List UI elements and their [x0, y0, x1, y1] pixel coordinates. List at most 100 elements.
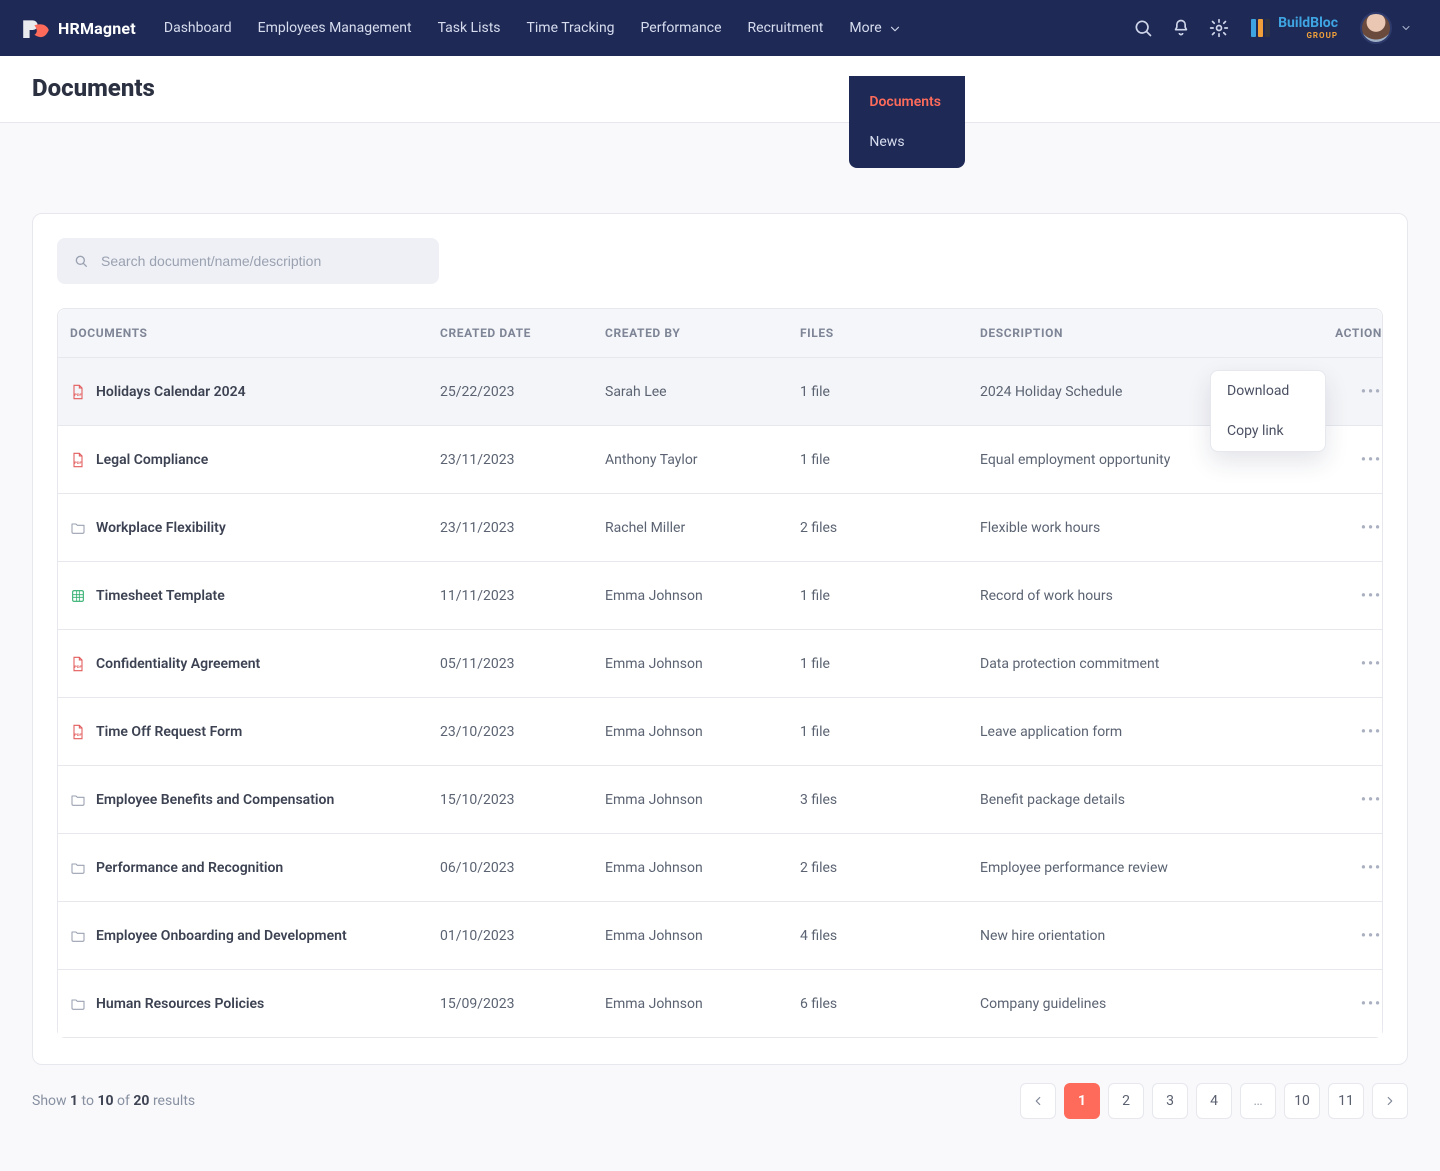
svg-text:PDF: PDF: [74, 664, 82, 669]
pager-next[interactable]: [1372, 1083, 1408, 1119]
top-icon-group: [1133, 18, 1229, 38]
files-count: 2 files: [800, 520, 837, 536]
top-nav: HRMagnet Dashboard Employees Management …: [0, 0, 1440, 56]
more-horizontal-icon: •••: [1361, 792, 1382, 808]
row-action-button[interactable]: •••: [1361, 656, 1390, 672]
row-action-button[interactable]: •••: [1361, 996, 1390, 1012]
documents-panel: DOCUMENTS CREATED DATE CREATED BY FILES …: [32, 213, 1408, 1065]
more-horizontal-icon: •••: [1361, 860, 1382, 876]
pager-page[interactable]: 11: [1328, 1083, 1364, 1119]
table-row[interactable]: Workplace Flexibility23/11/2023Rachel Mi…: [58, 493, 1382, 561]
summary-show: Show: [32, 1093, 67, 1109]
nav-time-tracking[interactable]: Time Tracking: [527, 20, 615, 36]
more-horizontal-icon: •••: [1361, 384, 1382, 400]
pager: 1234…1011: [1020, 1083, 1408, 1119]
col-description: DESCRIPTION: [980, 326, 1280, 340]
created-date: 23/10/2023: [440, 724, 515, 740]
action-download[interactable]: Download: [1211, 371, 1325, 411]
document-name: Human Resources Policies: [96, 996, 264, 1012]
created-date: 01/10/2023: [440, 928, 515, 944]
row-action-button[interactable]: •••: [1361, 452, 1390, 468]
table-row[interactable]: PDFHolidays Calendar 202425/22/2023Sarah…: [58, 357, 1382, 425]
pdf-file-icon: PDF: [70, 384, 86, 400]
more-item-news[interactable]: News: [849, 122, 965, 162]
row-action-menu: DownloadCopy link: [1210, 370, 1326, 452]
nav-dashboard[interactable]: Dashboard: [164, 20, 232, 36]
files-count: 3 files: [800, 792, 837, 808]
company-badge[interactable]: BuildBloc GROUP: [1251, 16, 1338, 40]
folder-icon: [70, 860, 86, 876]
table-row[interactable]: Performance and Recognition06/10/2023Emm…: [58, 833, 1382, 901]
table-footer: Show 1 to 10 of 20 results 1234…1011: [32, 1065, 1408, 1125]
brand[interactable]: HRMagnet: [20, 17, 136, 39]
nav-more-wrapper: More Documents News: [849, 20, 899, 36]
created-by: Emma Johnson: [605, 656, 703, 672]
pager-page[interactable]: 4: [1196, 1083, 1232, 1119]
row-action-button[interactable]: •••: [1361, 520, 1390, 536]
avatar: [1360, 12, 1392, 44]
table-body: PDFHolidays Calendar 202425/22/2023Sarah…: [58, 357, 1382, 1037]
files-count: 1 file: [800, 384, 830, 400]
summary-to-w: to: [82, 1093, 94, 1109]
description: Flexible work hours: [980, 520, 1100, 536]
company-name: BuildBloc GROUP: [1278, 16, 1338, 40]
action-copy-link[interactable]: Copy link: [1211, 411, 1325, 451]
search-input[interactable]: [99, 252, 423, 270]
pager-page[interactable]: 1: [1064, 1083, 1100, 1119]
primary-nav: Dashboard Employees Management Task List…: [164, 20, 900, 36]
search-input-wrap[interactable]: [57, 238, 439, 284]
row-action-button[interactable]: •••: [1361, 860, 1390, 876]
row-action-button[interactable]: •••: [1361, 792, 1390, 808]
table-row[interactable]: Timesheet Template11/11/2023Emma Johnson…: [58, 561, 1382, 629]
description: Benefit package details: [980, 792, 1125, 808]
files-count: 2 files: [800, 860, 837, 876]
more-horizontal-icon: •••: [1361, 928, 1382, 944]
description: Employee performance review: [980, 860, 1168, 876]
search-icon[interactable]: [1133, 18, 1153, 38]
page-title: Documents: [32, 74, 1408, 102]
pager-page[interactable]: 3: [1152, 1083, 1188, 1119]
bell-icon[interactable]: [1171, 18, 1191, 38]
col-created-by: CREATED BY: [605, 326, 800, 340]
created-by: Rachel Miller: [605, 520, 685, 536]
nav-task-lists[interactable]: Task Lists: [438, 20, 501, 36]
document-name: Confidentiality Agreement: [96, 656, 260, 672]
more-item-documents[interactable]: Documents: [849, 82, 965, 122]
row-action-button[interactable]: •••: [1361, 588, 1390, 604]
more-horizontal-icon: •••: [1361, 656, 1382, 672]
nav-performance[interactable]: Performance: [641, 20, 722, 36]
table-row[interactable]: PDF Confidentiality Agreement 05/11/2023 Em…: [58, 629, 1382, 697]
nav-recruitment[interactable]: Recruitment: [748, 20, 824, 36]
pager-prev[interactable]: [1020, 1083, 1056, 1119]
row-action-button[interactable]: •••: [1361, 384, 1390, 400]
table-row[interactable]: Employee Onboarding and Development01/10…: [58, 901, 1382, 969]
created-date: 25/22/2023: [440, 384, 515, 400]
created-date: 05/11/2023: [440, 656, 515, 672]
nav-employees-management[interactable]: Employees Management: [258, 20, 412, 36]
user-menu[interactable]: [1360, 12, 1412, 44]
table-row[interactable]: PDFTime Off Request Form23/10/2023Emma J…: [58, 697, 1382, 765]
created-date: 15/09/2023: [440, 996, 515, 1012]
document-name: Timesheet Template: [96, 588, 225, 604]
folder-icon: [70, 996, 86, 1012]
created-by: Emma Johnson: [605, 792, 703, 808]
folder-icon: [70, 520, 86, 536]
table-row[interactable]: PDFLegal Compliance23/11/2023Anthony Tay…: [58, 425, 1382, 493]
row-action-button[interactable]: •••: [1361, 724, 1390, 740]
nav-more[interactable]: More: [849, 20, 899, 36]
col-files: FILES: [800, 326, 980, 340]
created-by: Emma Johnson: [605, 928, 703, 944]
pager-page[interactable]: 10: [1284, 1083, 1320, 1119]
description: Equal employment opportunity: [980, 452, 1170, 468]
company-word1: BuildBloc: [1278, 16, 1338, 30]
spreadsheet-file-icon: [70, 588, 86, 604]
page-header: Documents: [0, 56, 1440, 123]
table-row[interactable]: Human Resources Policies15/09/2023Emma J…: [58, 969, 1382, 1037]
created-by: Anthony Taylor: [605, 452, 698, 468]
created-date: 23/11/2023: [440, 452, 515, 468]
gear-icon[interactable]: [1209, 18, 1229, 38]
pager-page[interactable]: 2: [1108, 1083, 1144, 1119]
row-action-button[interactable]: •••: [1361, 928, 1390, 944]
created-date: 23/11/2023: [440, 520, 515, 536]
table-row[interactable]: Employee Benefits and Compensation15/10/…: [58, 765, 1382, 833]
